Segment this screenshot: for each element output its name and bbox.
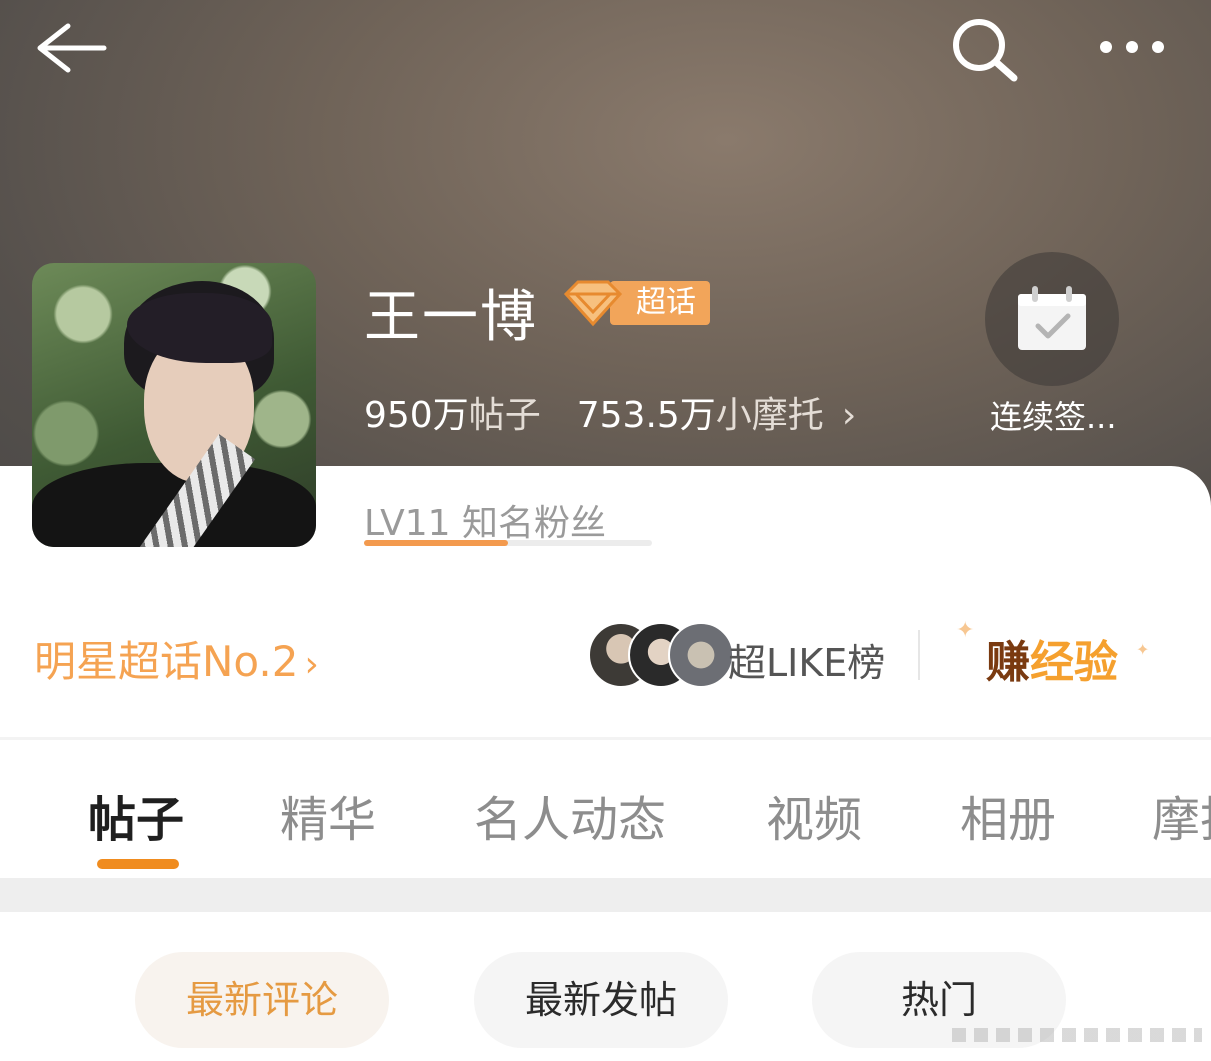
sort-latest-comments-button[interactable]: 最新评论 [135, 952, 389, 1048]
stats-row[interactable]: 950万帖子 753.5万小摩托 › [364, 386, 856, 438]
sort-latest-posts-button[interactable]: 最新发帖 [474, 952, 728, 1048]
sparkle-icon: ✦ [1136, 640, 1150, 659]
chevron-right-icon: › [304, 644, 319, 685]
back-arrow-icon[interactable] [30, 18, 110, 78]
checkin-label: 连续签... [990, 398, 1117, 436]
section-separator [0, 878, 1211, 912]
posts-count: 950万 [364, 395, 469, 436]
earn-label-part1: 赚 [986, 637, 1030, 688]
level-progress-fill [364, 540, 508, 546]
tab-motor-clip: 摩托 [1152, 780, 1211, 842]
fan-avatar [668, 622, 734, 688]
avatar[interactable] [32, 263, 316, 547]
super-like-rank-link[interactable]: 超LIKE榜 [728, 632, 885, 687]
chevron-right-icon: › [841, 395, 857, 436]
tab-featured[interactable]: 精华 [280, 780, 376, 850]
earn-label-part2: 经验 [1030, 637, 1118, 688]
active-tab-indicator [97, 859, 179, 869]
level-progress-bar [364, 540, 652, 546]
rank-label: 明星超话No.2 [34, 637, 299, 686]
search-icon[interactable] [948, 16, 1020, 84]
tab-motor[interactable]: 摩托 [1152, 780, 1211, 842]
earn-experience-button[interactable]: 赚经验 [986, 626, 1118, 690]
posts-label: 帖子 [468, 395, 541, 436]
followers-count: 753.5万 [576, 395, 716, 436]
sparkle-icon: ✦ [956, 618, 975, 643]
divider [0, 737, 1211, 740]
page-title: 王一博 [364, 285, 538, 350]
diamond-icon [563, 280, 623, 327]
divider [918, 630, 920, 680]
tab-videos[interactable]: 视频 [766, 780, 862, 850]
fan-avatars[interactable] [588, 622, 734, 688]
tab-albums[interactable]: 相册 [960, 780, 1056, 850]
tab-celebrity-updates[interactable]: 名人动态 [474, 780, 666, 850]
tab-posts[interactable]: 帖子 [88, 780, 184, 850]
calendar-check-icon [1018, 286, 1086, 350]
watermark [952, 1028, 1202, 1042]
more-dots-icon[interactable] [1094, 30, 1174, 64]
fan-level-label[interactable]: LV11 知名粉丝 [364, 494, 606, 546]
followers-label: 小摩托 [715, 395, 824, 436]
celebrity-rank-link[interactable]: 明星超话No.2 › [34, 628, 319, 689]
